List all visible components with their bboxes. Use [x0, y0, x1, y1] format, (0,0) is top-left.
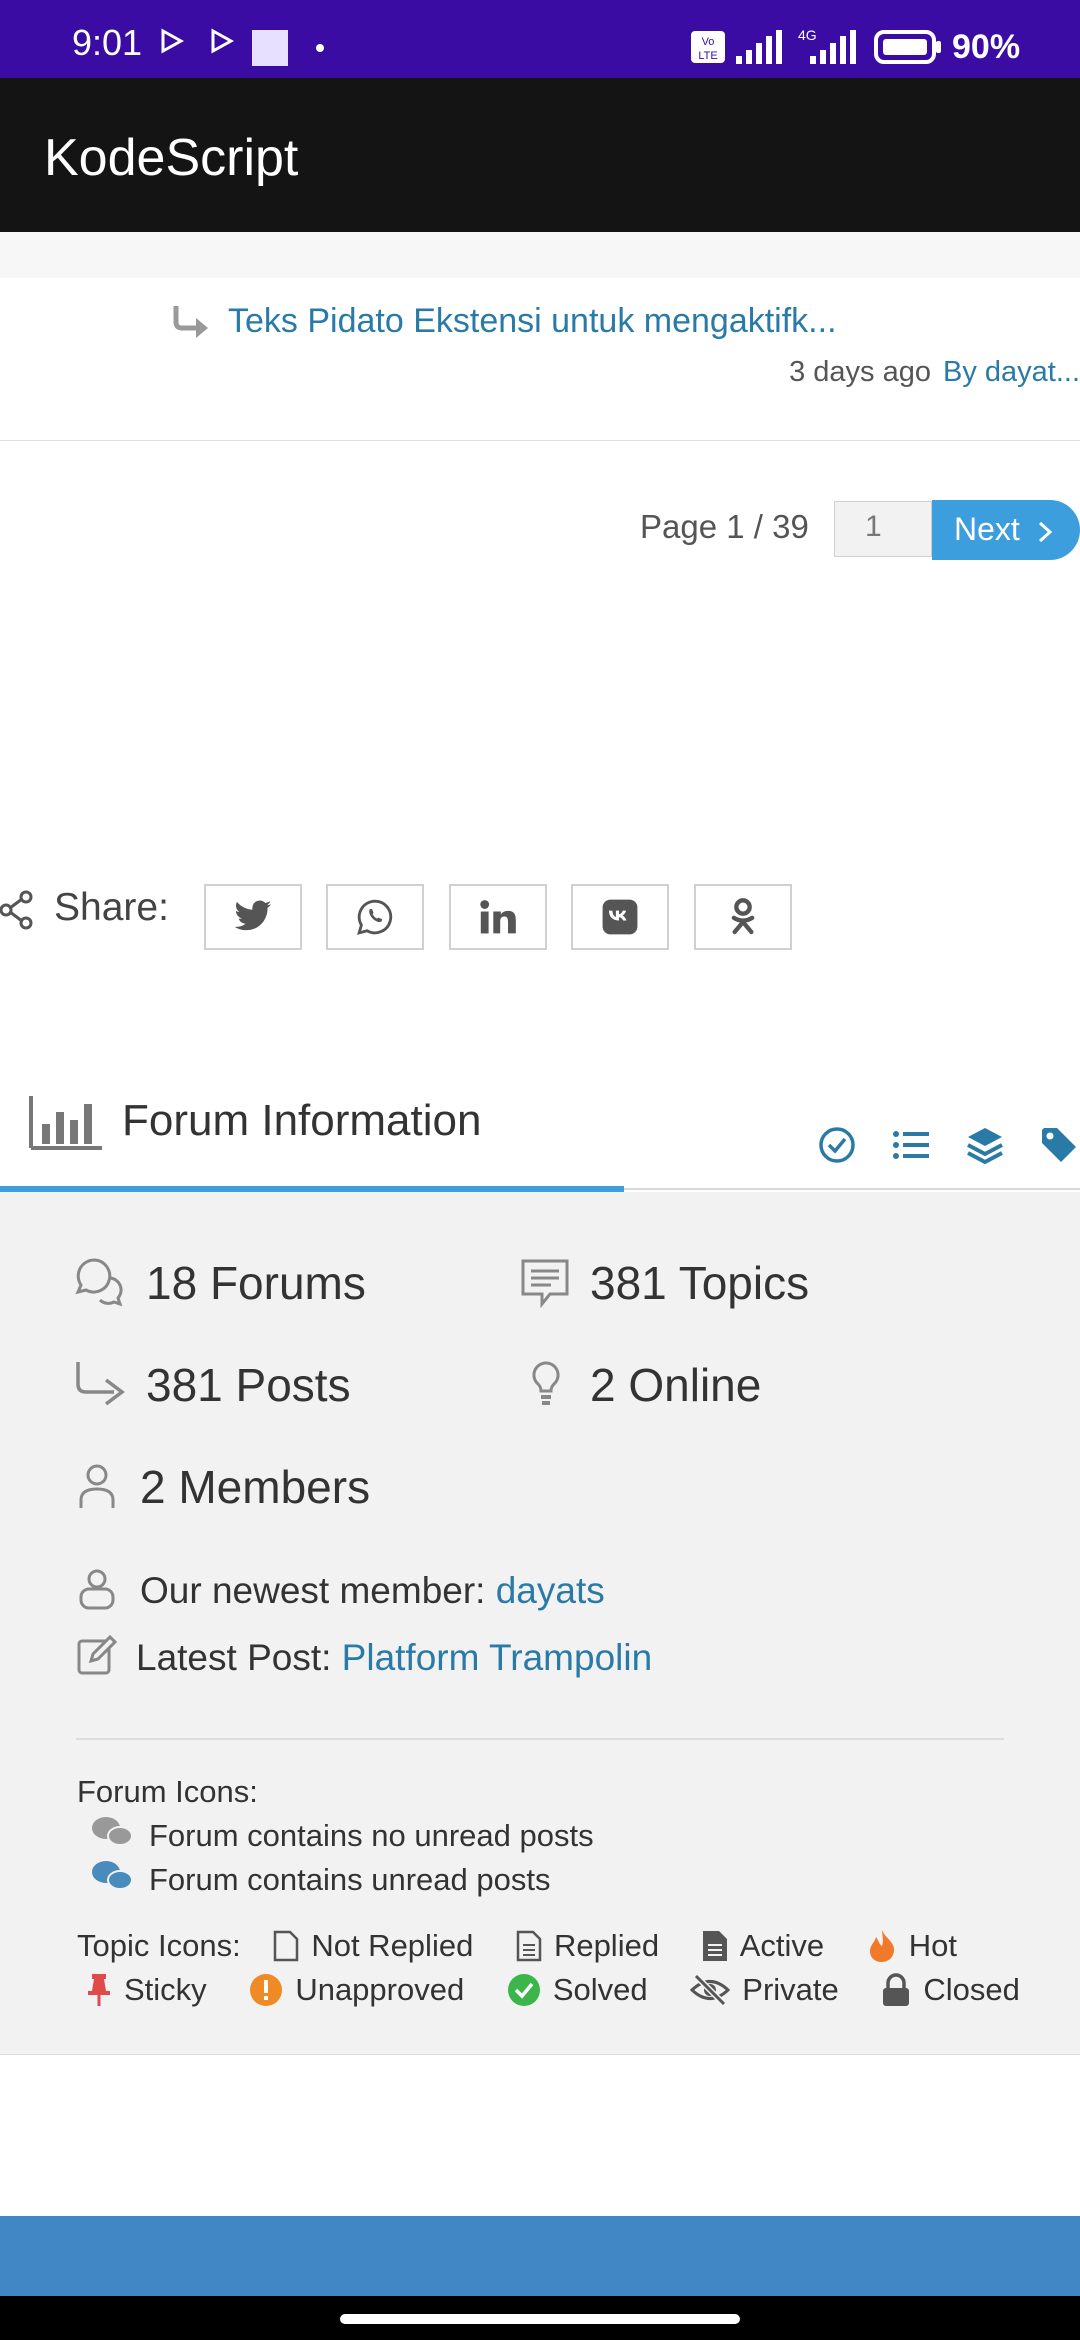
lock-icon: [883, 1973, 910, 2006]
app-notification-icon: [252, 30, 288, 66]
twitter-icon: [234, 900, 272, 931]
app-title: KodeScript: [44, 129, 299, 187]
next-label: Next: [954, 511, 1020, 547]
signal-4g-icon: 4G: [798, 27, 856, 64]
replied-label: Replied: [553, 1927, 660, 1963]
forum-unread-icon: [92, 1861, 133, 1890]
sticky-pin-icon: [88, 1973, 110, 2006]
topic-author-link[interactable]: By dayat...: [943, 356, 1080, 388]
share-linkedin-button[interactable]: [449, 884, 547, 950]
divider: [0, 440, 1080, 441]
page-number-input[interactable]: 1: [834, 501, 932, 557]
edit-icon: [77, 1634, 118, 1675]
not-replied-icon: [274, 1930, 299, 1962]
stat-posts: 381 Posts: [146, 1359, 351, 1411]
newest-member-link[interactable]: dayats: [496, 1570, 605, 1611]
stat-members: 2 Members: [140, 1461, 371, 1513]
reply-arrow-icon: [173, 306, 208, 338]
solved-label: Solved: [552, 1971, 648, 2007]
share-icon: [0, 890, 33, 930]
hot-icon: [869, 1929, 894, 1962]
linkedin-icon: [480, 900, 516, 934]
topic-icons-label: Topic Icons:: [77, 1927, 241, 1963]
signal-icon: [736, 30, 782, 64]
topic-icons-row-1: Topic Icons: Not Replied Replied Active …: [77, 1926, 991, 1964]
stat-forums: 18 Forums: [146, 1257, 366, 1309]
topic-icons-row-2: Sticky Unapproved Solved Private Closed: [86, 1970, 1054, 2008]
more-notifications-icon: [316, 44, 324, 52]
lightbulb-icon: [532, 1361, 560, 1405]
share-label: Share:: [54, 886, 169, 929]
posts-icon: [76, 1362, 125, 1406]
latest-post: Latest Post: Platform Trampolin: [136, 1637, 652, 1679]
active-icon: [702, 1930, 727, 1961]
share-odnoklassniki-button[interactable]: [694, 884, 792, 950]
newest-member-label: Our newest member:: [140, 1570, 486, 1611]
bar-chart-icon: [29, 1096, 102, 1150]
stat-online: 2 Online: [590, 1359, 762, 1411]
svg-text:Vo: Vo: [702, 36, 715, 48]
partial-list-row: [0, 232, 1080, 278]
layers-icon[interactable]: [966, 1126, 1004, 1164]
forums-icon: [75, 1258, 123, 1307]
active-label: Active: [739, 1927, 825, 1963]
home-indicator[interactable]: [340, 2314, 740, 2324]
newest-member-icon: [79, 1569, 115, 1610]
forum-icons-label: Forum Icons:: [77, 1774, 258, 1809]
hot-label: Hot: [908, 1927, 957, 1963]
footer-bar: [0, 2216, 1080, 2296]
eye-slash-icon: [690, 1973, 731, 2006]
unapproved-label: Unapproved: [295, 1971, 465, 2007]
forum-unread-label: Forum contains unread posts: [149, 1862, 551, 1897]
latest-post-label: Latest Post:: [136, 1637, 332, 1678]
forum-read-icon: [92, 1817, 133, 1846]
closed-label: Closed: [923, 1971, 1020, 2007]
topic-meta: 3 days ago By dayat...: [789, 356, 1080, 389]
forum-info-title: Forum Information: [122, 1096, 482, 1145]
latest-post-link[interactable]: Platform Trampolin: [342, 1637, 653, 1678]
battery-percent: 90%: [952, 28, 1021, 66]
vk-icon: [602, 899, 638, 935]
replied-icon: [516, 1930, 542, 1962]
chevron-right-icon: [1038, 521, 1052, 542]
svg-text:LTE: LTE: [698, 50, 717, 62]
member-icon: [79, 1464, 115, 1508]
not-replied-label: Not Replied: [311, 1927, 474, 1963]
solved-icon: [507, 1973, 540, 2006]
list-icon[interactable]: [892, 1126, 930, 1164]
page-info: Page 1 / 39: [640, 508, 809, 545]
battery-icon: [874, 30, 941, 64]
private-label: Private: [742, 1971, 839, 2007]
odnoklassniki-icon: [731, 898, 755, 935]
svg-text:4G: 4G: [798, 27, 817, 43]
next-page-button[interactable]: Next: [932, 500, 1080, 560]
divider: [76, 1738, 1004, 1740]
volte-icon: Vo LTE: [691, 31, 725, 63]
sticky-label: Sticky: [124, 1971, 207, 2007]
share-twitter-button[interactable]: [204, 884, 302, 950]
status-bar: 9:01 Vo LTE 4G 90%: [0, 0, 1080, 78]
unapproved-icon: [250, 1973, 283, 2006]
topics-icon: [521, 1259, 569, 1308]
tag-icon[interactable]: [1040, 1126, 1078, 1164]
share-vk-button[interactable]: [571, 884, 669, 950]
play-notification-icon: [161, 28, 184, 54]
check-circle-icon[interactable]: [818, 1126, 856, 1164]
forum-no-unread-label: Forum contains no unread posts: [149, 1818, 594, 1853]
stat-topics: 381 Topics: [590, 1257, 810, 1309]
topic-link[interactable]: Teks Pidato Ekstensi untuk mengaktifk...: [228, 302, 837, 341]
newest-member: Our newest member: dayats: [140, 1570, 605, 1612]
status-time: 9:01: [72, 22, 143, 63]
play-notification-icon: [211, 28, 234, 54]
topic-time: 3 days ago: [789, 356, 931, 388]
whatsapp-icon: [357, 899, 393, 935]
share-whatsapp-button[interactable]: [326, 884, 424, 950]
